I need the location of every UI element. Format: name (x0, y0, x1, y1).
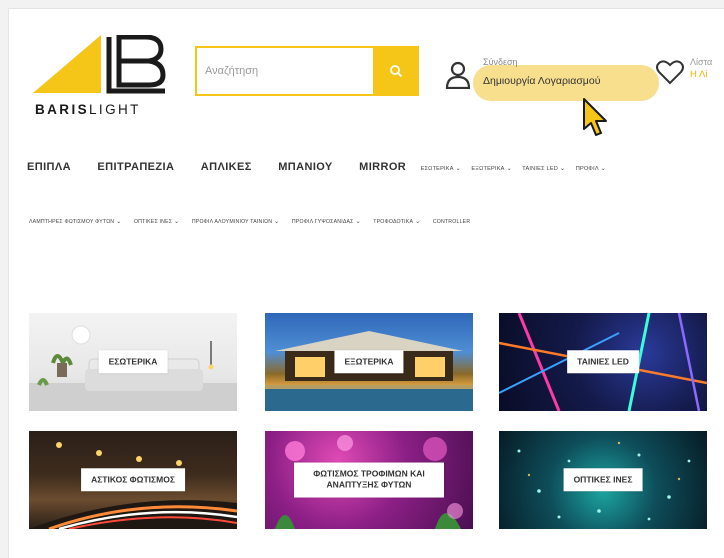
nav2-item[interactable]: ΠΡΟΦΙΛ ΓΥΨΟΣΑΝΙΔΑΣ ⌄ (292, 218, 361, 225)
nav-dropdown-label: ΕΣΩΤΕΡΙΚΑ (420, 166, 454, 172)
category-tile-fotismos-fyton[interactable]: ΦΩΤΙΣΜΟΣ ΤΡΟΦΙΜΩΝ ΚΑΙ ΑΝΑΠΤΥΞΗΣ ΦΥΤΩΝ (265, 431, 473, 529)
site-logo[interactable]: BARISLIGHT (33, 35, 183, 127)
nav-dropdown-tainies-led[interactable]: ΤΑΙΝΙΕΣ LED ⌄ (522, 165, 565, 172)
nav-dropdown-esoterika[interactable]: ΕΣΩΤΕΡΙΚΑ ⌄ (421, 165, 461, 172)
nav2-label: ΤΡΟΦΟΔΟΤΙΚΑ (373, 219, 414, 225)
nav-item-epitrapezia[interactable]: ΕΠΙΤΡΑΠΕΖΙΑ (97, 161, 174, 173)
nav-dropdown-exoterika[interactable]: ΕΞΩΤΕΡΙΚΑ ⌄ (471, 165, 511, 172)
page-frame: BARISLIGHT Σύνδεση Δημιουργία Λογαριασμο… (8, 8, 724, 558)
tile-label: ΑΣΤΙΚΟΣ ΦΩΤΙΣΜΟΣ (81, 468, 185, 492)
search-box (195, 46, 419, 96)
main-nav: ΕΠΙΠΛΑ ΕΠΙΤΡΑΠΕΖΙΑ ΑΠΛΙΚΕΣ ΜΠΑΝΙΟΥ MIRRO… (27, 157, 724, 181)
heart-icon (656, 60, 684, 85)
chevron-down-icon: ⌄ (506, 166, 512, 172)
wishlist-area[interactable]: Λίστα Η Λί (656, 55, 724, 95)
search-input[interactable] (205, 60, 365, 82)
account-area[interactable]: Σύνδεση Δημιουργία Λογαριασμού (445, 53, 659, 103)
chevron-down-icon: ⌄ (455, 166, 461, 172)
nav2-label: CONTROLLER (432, 219, 471, 225)
chevron-down-icon: ⌄ (174, 219, 180, 225)
secondary-nav: ΛΑΜΠΤΗΡΕΣ ΦΩΤΙΣΜΟΥ ΦΥΤΩΝ ⌄ ΟΠΤΙΚΕΣ ΙΝΕΣ ⌄ … (29, 210, 724, 226)
nav-dropdown-profil[interactable]: ΠΡΟΦΙΛ ⌄ (576, 165, 606, 172)
nav-item-mpaniou[interactable]: ΜΠΑΝΙΟΥ (278, 161, 332, 173)
nav2-label: ΠΡΟΦΙΛ ΑΛΟΥΜΙΝΙΟΥ ΤΑΙΝΙΩΝ (191, 219, 273, 225)
category-tile-astikos-fotismos[interactable]: ΑΣΤΙΚΟΣ ΦΩΤΙΣΜΟΣ (29, 431, 237, 529)
nav2-item[interactable]: ΤΡΟΦΟΔΟΤΙΚΑ ⌄ (373, 218, 420, 225)
chevron-down-icon: ⌄ (116, 219, 122, 225)
nav-item-epipla[interactable]: ΕΠΙΠΛΑ (27, 161, 71, 173)
logo-text: BARISLIGHT (35, 102, 141, 117)
login-link[interactable]: Σύνδεση (483, 57, 518, 67)
user-icon (445, 61, 471, 89)
category-tile-tainies-led[interactable]: ΤΑΙΝΙΕΣ LED (499, 313, 707, 411)
tile-label: ΕΞΩΤΕΡΙΚΑ (334, 350, 404, 374)
nav-item-mirror[interactable]: MIRROR (359, 161, 406, 173)
nav2-label: ΛΑΜΠΤΗΡΕΣ ΦΩΤΙΣΜΟΥ ΦΥΤΩΝ (29, 219, 115, 225)
tile-label: ΟΠΤΙΚΕΣ ΙΝΕΣ (563, 468, 643, 492)
chevron-down-icon: ⌄ (415, 219, 421, 225)
nav-item-aplikes[interactable]: ΑΠΛΙΚΕΣ (201, 161, 252, 173)
nav2-item[interactable]: CONTROLLER (433, 219, 470, 225)
nav2-label: ΠΡΟΦΙΛ ΓΥΨΟΣΑΝΙΔΑΣ (291, 219, 354, 225)
chevron-down-icon: ⌄ (274, 219, 280, 225)
nav2-item[interactable]: ΟΠΤΙΚΕΣ ΙΝΕΣ ⌄ (134, 218, 179, 225)
chevron-down-icon: ⌄ (355, 219, 361, 225)
logo-triangle (33, 35, 101, 93)
category-tile-optikes-ines[interactable]: ΟΠΤΙΚΕΣ ΙΝΕΣ (499, 431, 707, 529)
chevron-down-icon: ⌄ (560, 166, 566, 172)
logo-text-bold: BARIS (35, 102, 90, 117)
search-button[interactable] (373, 46, 419, 96)
nav2-item[interactable]: ΛΑΜΠΤΗΡΕΣ ΦΩΤΙΣΜΟΥ ΦΥΤΩΝ ⌄ (29, 218, 121, 225)
cursor-pointer-icon (583, 98, 607, 136)
nav-dropdown-label: ΤΑΙΝΙΕΣ LED (522, 166, 559, 172)
search-icon (390, 65, 403, 78)
tile-label: ΦΩΤΙΣΜΟΣ ΤΡΟΦΙΜΩΝ ΚΑΙ ΑΝΑΠΤΥΞΗΣ ΦΥΤΩΝ (294, 462, 444, 498)
category-tile-exoterika[interactable]: ΕΞΩΤΕΡΙΚΑ (265, 313, 473, 411)
logo-text-light: LIGHT (89, 102, 141, 117)
wishlist-label: Λίστα (690, 57, 713, 67)
nav-dropdown-label: ΕΞΩΤΕΡΙΚΑ (471, 166, 505, 172)
create-account-link[interactable]: Δημιουργία Λογαριασμού (483, 75, 600, 87)
category-tile-esoterika[interactable]: ΕΣΩΤΕΡΙΚΑ (29, 313, 237, 411)
nav-dropdown-label: ΠΡΟΦΙΛ (575, 166, 599, 172)
tile-label: ΤΑΙΝΙΕΣ LED (567, 350, 639, 374)
wishlist-count: Η Λί (690, 69, 708, 80)
nav2-label: ΟΠΤΙΚΕΣ ΙΝΕΣ (133, 219, 173, 225)
logo-lb-mark (106, 35, 166, 94)
nav2-item[interactable]: ΠΡΟΦΙΛ ΑΛΟΥΜΙΝΙΟΥ ΤΑΙΝΙΩΝ ⌄ (192, 218, 280, 225)
chevron-down-icon: ⌄ (600, 166, 607, 172)
tile-label: ΕΣΩΤΕΡΙΚΑ (98, 350, 168, 374)
